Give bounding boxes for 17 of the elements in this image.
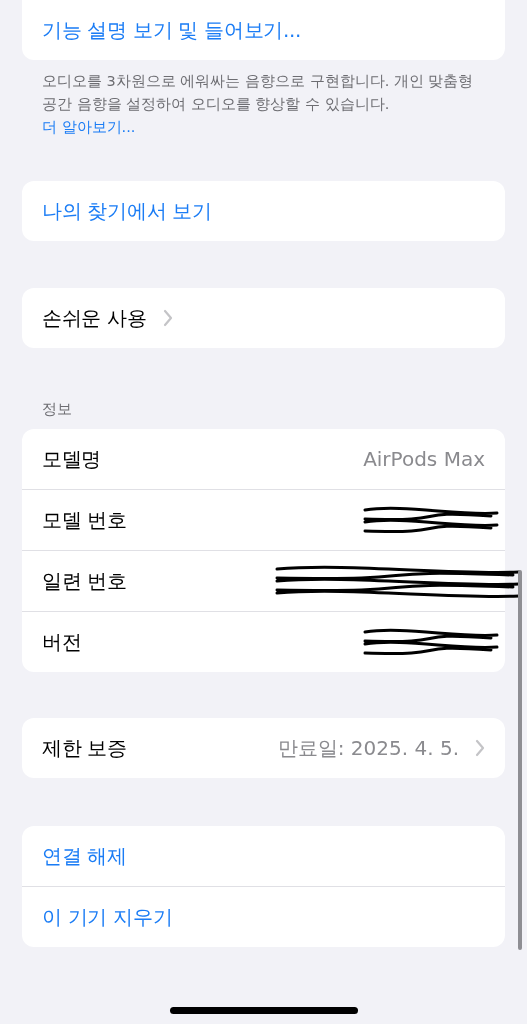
- row-label: 모델명: [42, 445, 102, 473]
- warranty-value: 만료일: 2025. 4. 5.: [277, 734, 459, 762]
- row-label: 일련 번호: [42, 567, 127, 595]
- row-value: AirPods Max: [363, 447, 485, 471]
- feature-link[interactable]: 기능 설명 보기 및 들어보기...: [42, 16, 302, 44]
- learn-more-link[interactable]: 더 알아보기...: [42, 116, 485, 139]
- chevron-icon: [162, 309, 173, 327]
- action-link[interactable]: 연결 해제: [42, 842, 127, 870]
- accessibility-row[interactable]: 손쉬운 사용: [22, 288, 505, 348]
- action-link[interactable]: 이 기기 지우기: [42, 903, 173, 931]
- chevron-icon: [475, 739, 485, 757]
- row-label: 버전: [42, 628, 82, 656]
- section-header: 정보: [41, 400, 73, 419]
- warranty-row[interactable]: 제한 보증 만료일: 2025. 4. 5.: [22, 718, 505, 778]
- find-my-link[interactable]: 나의 찾기에서 보기: [42, 197, 212, 225]
- footer-text: 오디오를 3차원으로 에워싸는 음향으로 구현합니다. 개인 맞춤형 공간 음향을 설정하여 오디오를 향상할 수 있습니다. 더 알아보기...: [22, 60, 505, 139]
- row-label: 모델 번호: [42, 506, 127, 534]
